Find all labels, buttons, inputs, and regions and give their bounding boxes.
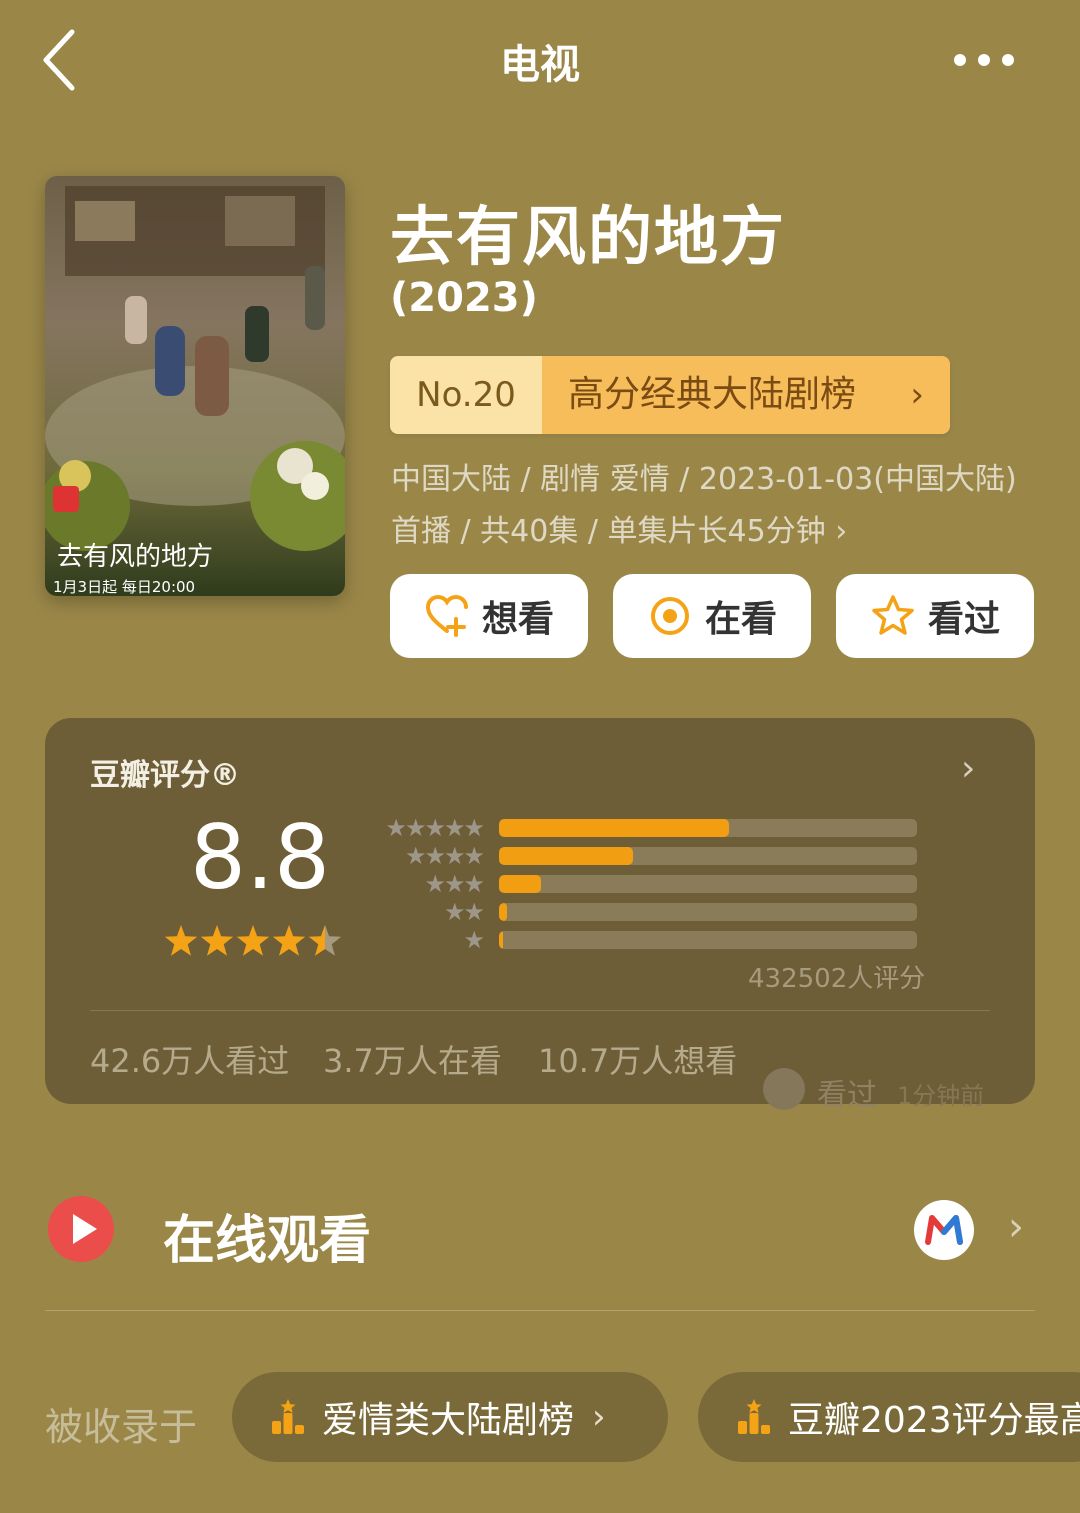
distribution-row: ★★ [375, 898, 917, 926]
collection-name: 豆瓣2023评分最高 [788, 1400, 1080, 1441]
rank-list-name: 高分经典大陆剧榜 [542, 356, 950, 434]
recent-time: 1分钟前 [897, 1082, 985, 1110]
divider [90, 1010, 990, 1011]
chevron-right-icon: › [910, 375, 924, 415]
distribution-stars: ★★★★★ [385, 814, 485, 842]
distribution-row: ★★★★ [375, 842, 917, 870]
distribution-bar [499, 819, 729, 837]
show-year: (2023) [390, 275, 538, 321]
watching-label: 在看 [704, 599, 777, 640]
want-label: 想看 [481, 599, 554, 640]
play-icon[interactable] [48, 1196, 114, 1262]
rating-star [200, 925, 234, 956]
mango-tv-logo[interactable] [914, 1200, 974, 1260]
show-title: 去有风的地方 [390, 201, 786, 275]
collection-chip[interactable]: 豆瓣2023评分最高 [698, 1372, 1080, 1462]
distribution-bar [499, 875, 541, 893]
platform-icon [925, 1215, 963, 1245]
distribution-stars: ★ [463, 926, 484, 954]
more-button[interactable] [948, 40, 1020, 80]
chevron-right-icon: › [592, 1397, 606, 1437]
distribution-row: ★ [375, 926, 917, 954]
rating-card[interactable]: 豆瓣评分® › 8.8 ★★★★★ ★★★★ ★★★ ★★ ★ 432502人评分 42… [45, 718, 1035, 1112]
chevron-right-icon[interactable]: › [961, 748, 975, 789]
distribution-bar [499, 931, 504, 949]
poster-caption: 去有风的地方 [57, 542, 214, 572]
collections-label: 被收录于 [45, 1405, 198, 1449]
rating-score: 8.8 [190, 806, 330, 909]
want-count: 10.7万人想看 [538, 1042, 738, 1080]
poster-image[interactable]: 去有风的地方 1月3日起 每日20:00 [45, 176, 345, 596]
watching-button[interactable]: 在看 [613, 574, 811, 658]
distribution-row: ★★★ [375, 870, 917, 898]
distribution-bar [499, 903, 508, 921]
online-watch-label[interactable]: 在线观看 [163, 1198, 371, 1273]
watched-count: 42.6万人看过 [90, 1042, 290, 1080]
recent-action: 看过 [817, 1078, 877, 1112]
watched-button[interactable]: 看过 [836, 574, 1034, 658]
distribution-stars: ★★ [443, 898, 485, 926]
distribution-track [499, 875, 917, 893]
rating-star [236, 925, 270, 956]
raters-count: 432502人评分 [748, 964, 926, 994]
avatar [763, 1068, 805, 1110]
ranking-icon [738, 1399, 770, 1434]
watched-label: 看过 [927, 599, 1000, 640]
distribution-stars: ★★★ [424, 870, 485, 898]
divider [45, 1310, 1035, 1311]
distribution-row: ★★★★★ [375, 814, 917, 842]
heart-plus-icon [425, 594, 468, 637]
watching-count: 3.7万人在看 [323, 1042, 502, 1080]
want-button[interactable]: 想看 [390, 574, 588, 658]
distribution-track [499, 931, 917, 949]
show-meta[interactable]: 中国大陆 / 剧情 爱情 / 2023-01-03(中国大陆)首播 / 共40集… [391, 454, 1031, 558]
distribution-bar [499, 847, 633, 865]
rank-number: No.20 [390, 356, 542, 434]
ranking-icon [272, 1399, 304, 1434]
more-icon [954, 54, 1014, 66]
target-icon [650, 597, 689, 635]
recent-activity: 看过 1分钟前 [763, 1062, 1013, 1112]
collection-chip[interactable]: 爱情类大陆剧榜 › [232, 1372, 668, 1462]
poster-artwork [45, 176, 345, 596]
poster-air-info: 1月3日起 每日20:00 [53, 578, 196, 596]
distribution-track [499, 903, 917, 921]
rank-badge[interactable]: No.20 高分经典大陆剧榜 › [390, 356, 950, 434]
rating-star [164, 925, 198, 956]
chevron-right-icon[interactable]: › [1008, 1204, 1024, 1250]
distribution-track [499, 819, 917, 837]
distribution-track [499, 847, 917, 865]
rating-label: 豆瓣评分® [90, 758, 240, 793]
distribution-stars: ★★★★ [404, 842, 485, 870]
rating-stars [164, 925, 342, 956]
rating-star [272, 925, 306, 956]
page-title: 电视 [500, 42, 580, 88]
rating-star [308, 925, 342, 956]
star-outline-icon [872, 595, 914, 635]
collection-name: 爱情类大陆剧榜 [322, 1400, 575, 1441]
